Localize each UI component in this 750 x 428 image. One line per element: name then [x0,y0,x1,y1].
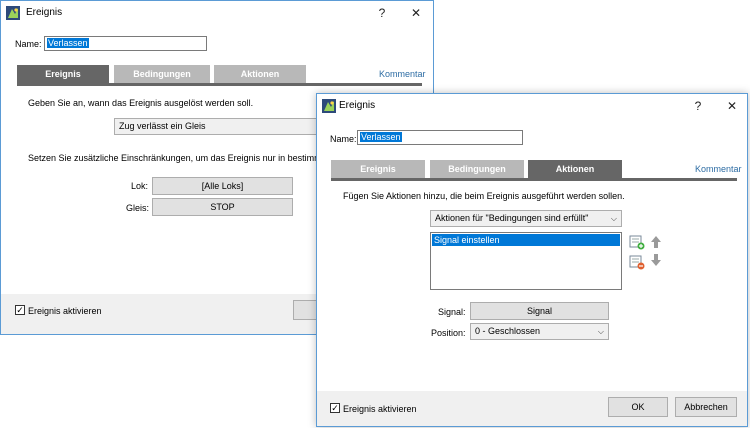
actions-dropdown-value: Aktionen für "Bedingungen sind erfüllt" [435,213,589,223]
chevron-down-icon: ⌵ [597,327,604,336]
front-titlebar[interactable]: Ereignis ? ✕ [317,94,747,118]
checkbox-checked-icon[interactable]: ✓ [330,403,340,413]
front-footer: ✓ Ereignis aktivieren OK Abbrechen [317,391,747,426]
name-label: Name: [330,134,357,144]
window-title: Ereignis [339,100,376,111]
kommentar-link[interactable]: Kommentar [695,164,742,174]
checkbox-checked-icon[interactable]: ✓ [15,305,25,315]
cancel-button[interactable]: Abbrechen [675,397,737,417]
tab-aktionen[interactable]: Aktionen [214,65,306,83]
tab-ereignis[interactable]: Ereignis [331,160,425,178]
signal-label: Signal: [438,307,466,317]
gleis-button[interactable]: STOP [152,198,293,216]
remove-action-icon[interactable] [629,254,645,270]
help-button[interactable]: ? [687,97,709,115]
gleis-label: Gleis: [126,203,150,213]
tab-ereignis[interactable]: Ereignis [17,65,109,83]
tab-underline [17,83,422,86]
name-input[interactable]: Verlassen [357,130,523,145]
instruction-text: Geben Sie an, wann das Ereignis ausgelös… [28,98,254,108]
activate-label: Ereignis aktivieren [343,404,417,414]
chevron-down-icon: ⌵ [610,214,617,223]
tab-bedingungen[interactable]: Bedingungen [114,65,210,83]
add-action-icon[interactable] [629,234,645,250]
app-icon [6,6,20,20]
position-dropdown[interactable]: 0 - Geschlossen ⌵ [470,323,609,340]
restriction-text: Setzen Sie zusätzliche Einschränkungen, … [28,153,345,163]
name-label: Name: [15,39,42,49]
actions-dropdown[interactable]: Aktionen für "Bedingungen sind erfüllt" … [430,210,622,227]
lok-label: Lok: [131,181,149,191]
arrow-down-icon[interactable] [648,252,664,268]
tab-aktionen[interactable]: Aktionen [528,160,622,178]
position-label: Position: [431,328,466,338]
app-icon [322,99,336,113]
actions-list[interactable]: Signal einstellen [430,232,622,290]
signal-button[interactable]: Signal [470,302,609,320]
tab-bedingungen[interactable]: Bedingungen [430,160,524,178]
name-input[interactable]: Verlassen [44,36,207,51]
name-value: Verlassen [47,38,89,48]
close-button[interactable]: ✕ [721,97,743,115]
help-button[interactable]: ? [371,4,393,22]
tab-underline [331,178,737,181]
back-titlebar[interactable]: Ereignis ? ✕ [1,1,433,25]
instruction-text: Fügen Sie Aktionen hinzu, die beim Ereig… [343,191,625,201]
kommentar-link[interactable]: Kommentar [379,69,426,79]
ok-button[interactable]: OK [608,397,668,417]
front-dialog: Ereignis ? ✕ Name: Verlassen Ereignis Be… [316,93,748,427]
arrow-up-icon[interactable] [648,234,664,250]
lok-button[interactable]: [Alle Loks] [152,177,293,195]
position-value: 0 - Geschlossen [475,326,541,336]
window-title: Ereignis [26,7,63,18]
trigger-value: Zug verlässt ein Gleis [119,121,206,131]
name-value: Verlassen [360,132,402,142]
trigger-dropdown[interactable]: Zug verlässt ein Gleis [114,118,324,135]
list-item[interactable]: Signal einstellen [432,234,620,246]
close-button[interactable]: ✕ [405,4,427,22]
activate-label: Ereignis aktivieren [28,306,102,316]
